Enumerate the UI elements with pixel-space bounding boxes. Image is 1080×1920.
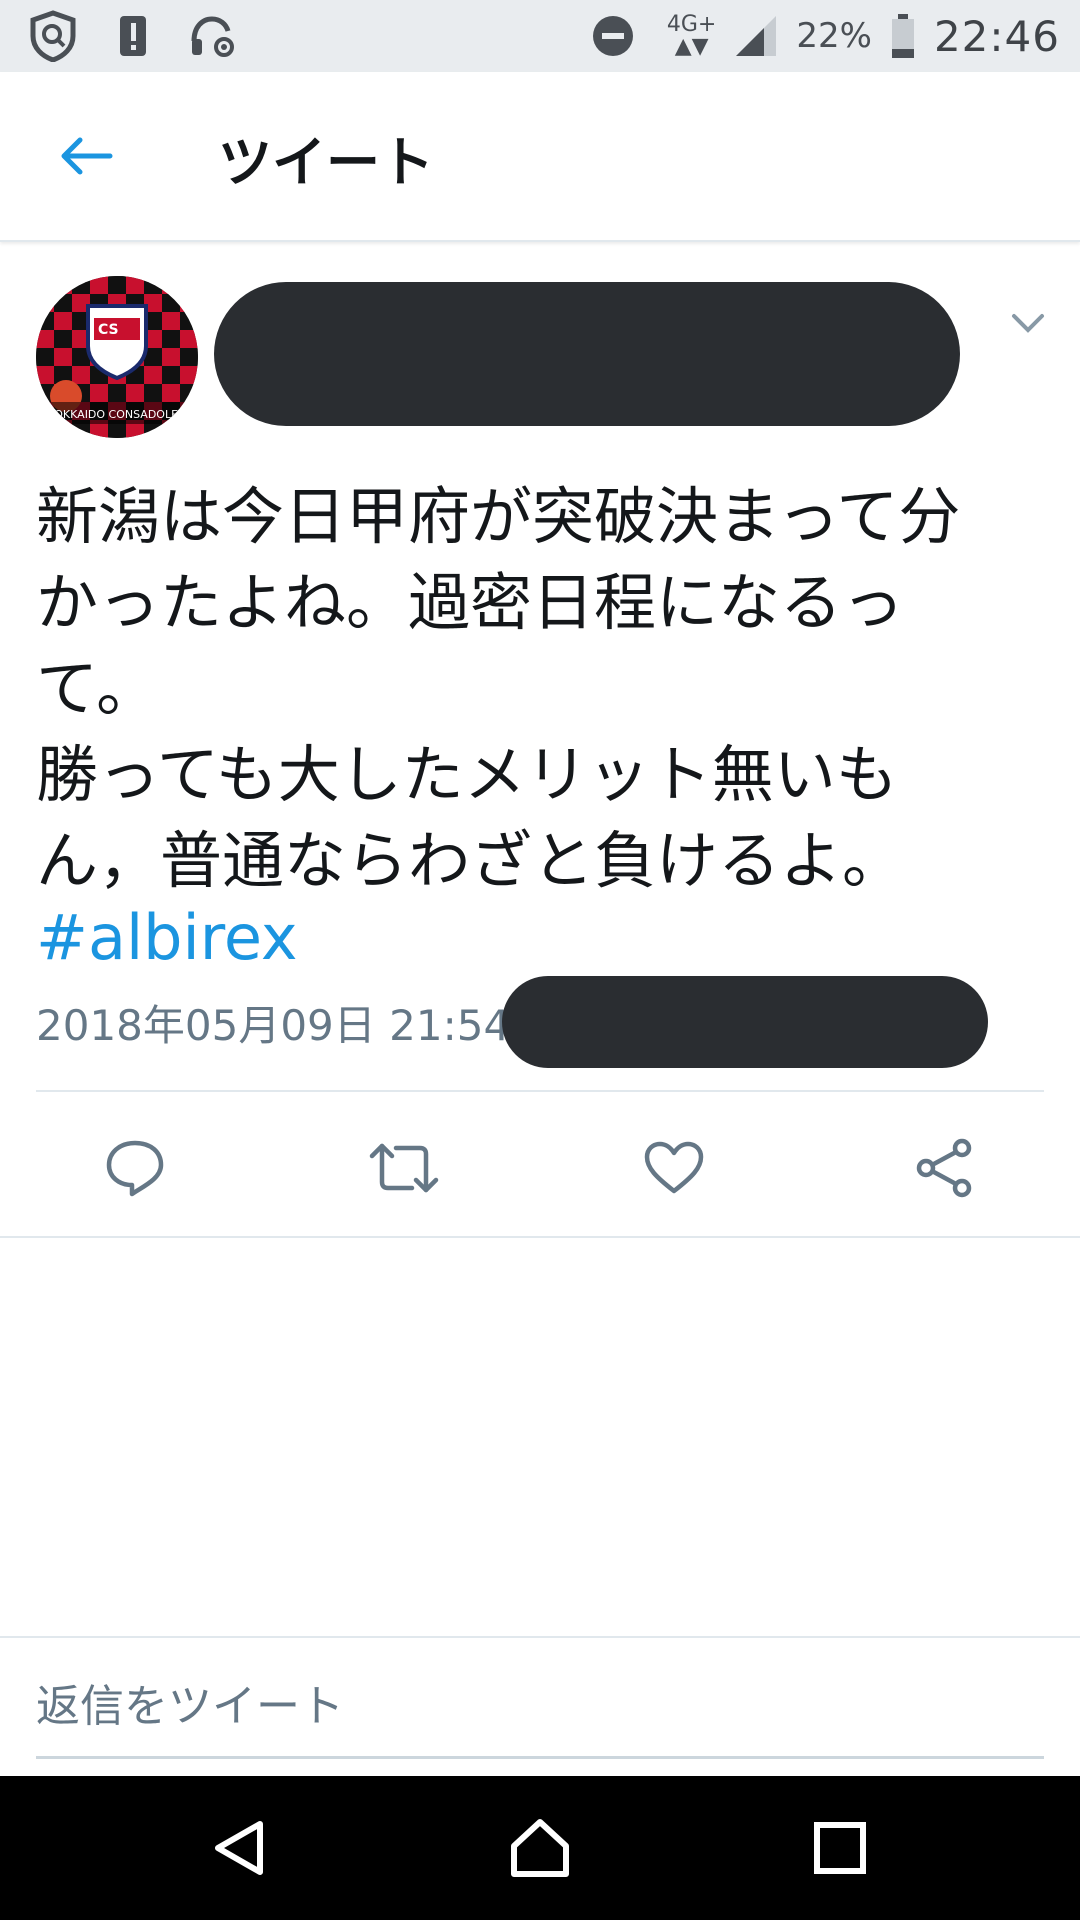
more-options-button[interactable] xyxy=(1008,302,1048,342)
back-button[interactable] xyxy=(56,126,116,186)
alert-icon xyxy=(118,14,148,58)
headset-settings-icon xyxy=(188,13,236,59)
recents-nav-button[interactable] xyxy=(800,1808,880,1888)
page-title: ツイート xyxy=(218,131,434,194)
share-icon xyxy=(916,1138,972,1198)
shield-icon xyxy=(28,10,78,62)
status-bar: 4G+ ▲▼ 22% 22:46 xyxy=(0,0,1080,72)
do-not-disturb-icon xyxy=(591,14,635,58)
network-label: 4G+ xyxy=(666,12,717,37)
home-nav-icon xyxy=(511,1819,569,1877)
signal-icon xyxy=(734,14,778,58)
reply-input[interactable]: 返信をツイート xyxy=(36,1676,1044,1759)
home-nav-button[interactable] xyxy=(500,1808,580,1888)
reply-icon xyxy=(106,1140,164,1197)
app-header: ツイート xyxy=(0,72,1080,242)
redacted-username xyxy=(214,282,960,426)
retweet-icon xyxy=(369,1143,439,1193)
back-nav-icon xyxy=(215,1821,263,1875)
share-button[interactable] xyxy=(904,1128,984,1208)
back-nav-button[interactable] xyxy=(200,1808,280,1888)
avatar[interactable]: CS HOKKAIDO CONSADOLE SAPPORO xyxy=(36,276,198,438)
retweet-button[interactable] xyxy=(364,1128,444,1208)
clock: 22:46 xyxy=(933,11,1060,61)
data-arrows-icon: ▲▼ xyxy=(674,34,709,59)
divider xyxy=(0,1236,1080,1238)
like-icon xyxy=(644,1141,704,1194)
system-navbar xyxy=(0,1776,1080,1920)
tweet-actions xyxy=(0,1100,1080,1236)
divider xyxy=(36,1090,1044,1092)
redacted-source xyxy=(502,976,988,1068)
like-button[interactable] xyxy=(634,1128,714,1208)
recents-nav-icon xyxy=(814,1822,866,1874)
avatar-badge: CS xyxy=(98,322,119,338)
divider xyxy=(0,1636,1080,1638)
reply-button[interactable] xyxy=(95,1128,175,1208)
hashtag-link[interactable]: #albirex xyxy=(36,898,298,978)
avatar-caption: HOKKAIDO CONSADOLE SAPPORO xyxy=(46,408,198,421)
tweet-text: 新潟は今日甲府が突破決まって分 かったよね。過密日程になるっ て。 勝っても大し… xyxy=(36,480,961,897)
tweet-timestamp: 2018年05月09日 21:54 xyxy=(36,1001,511,1050)
battery-percent: 22% xyxy=(796,16,872,56)
battery-icon xyxy=(890,13,916,59)
chevron-down-icon xyxy=(1012,314,1044,333)
arrow-left-icon xyxy=(61,137,113,175)
network-indicator: 4G+ ▲▼ xyxy=(667,14,716,58)
